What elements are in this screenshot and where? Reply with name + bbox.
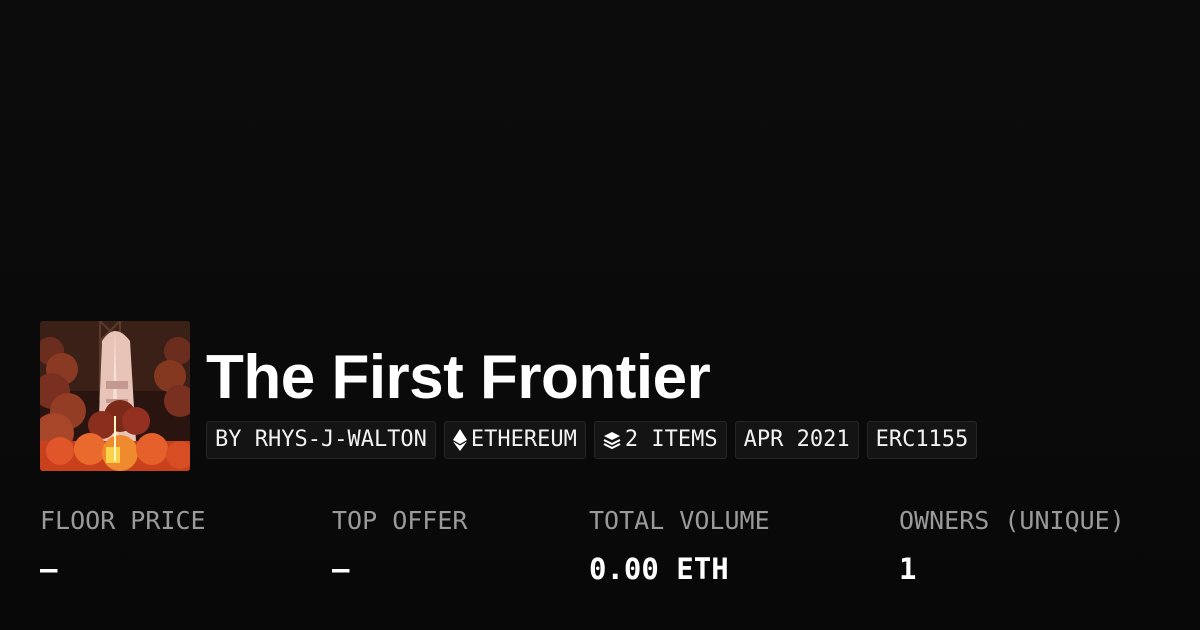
stat-top-offer: TOP OFFER – xyxy=(332,505,467,587)
collection-header: The First Frontier BY RHYS-J-WALTON ETHE… xyxy=(40,321,978,471)
layers-icon xyxy=(603,431,621,449)
stat-label: OWNERS (UNIQUE) xyxy=(899,506,1125,535)
standard-label: ERC1155 xyxy=(875,427,969,452)
stat-owners: OWNERS (UNIQUE) 1 xyxy=(899,505,1125,587)
stat-floor-price: FLOOR PRICE – xyxy=(40,505,206,587)
date-badge: APR 2021 xyxy=(734,420,859,459)
stat-label: TOP OFFER xyxy=(332,506,468,535)
chain-label: ETHEREUM xyxy=(470,427,577,452)
badge-row: BY RHYS-J-WALTON ETHEREUM 2 ITEMS APR 20… xyxy=(206,420,978,459)
creator-badge[interactable]: BY RHYS-J-WALTON xyxy=(206,420,436,459)
date-label: APR 2021 xyxy=(743,427,850,452)
collection-avatar[interactable] xyxy=(40,321,190,471)
stat-label: FLOOR PRICE xyxy=(40,506,206,535)
stat-label: TOTAL VOLUME xyxy=(589,506,770,535)
creator-label: BY RHYS-J-WALTON xyxy=(215,427,427,452)
ethereum-icon xyxy=(452,428,467,451)
stat-value: 1 xyxy=(899,552,917,586)
items-badge[interactable]: 2 ITEMS xyxy=(593,420,727,459)
stat-value: – xyxy=(40,552,58,586)
items-label: 2 ITEMS xyxy=(624,427,718,452)
stats-row: FLOOR PRICE – TOP OFFER – TOTAL VOLUME 0… xyxy=(0,505,1200,605)
title-block: The First Frontier BY RHYS-J-WALTON ETHE… xyxy=(206,321,978,471)
stat-value: 0.00 ETH xyxy=(589,552,729,586)
stat-total-volume: TOTAL VOLUME 0.00 ETH xyxy=(589,505,770,587)
stat-value: – xyxy=(332,552,350,586)
chain-badge[interactable]: ETHEREUM xyxy=(443,420,586,459)
standard-badge: ERC1155 xyxy=(866,420,978,459)
artwork-image xyxy=(40,321,190,471)
collection-title: The First Frontier xyxy=(206,342,711,412)
